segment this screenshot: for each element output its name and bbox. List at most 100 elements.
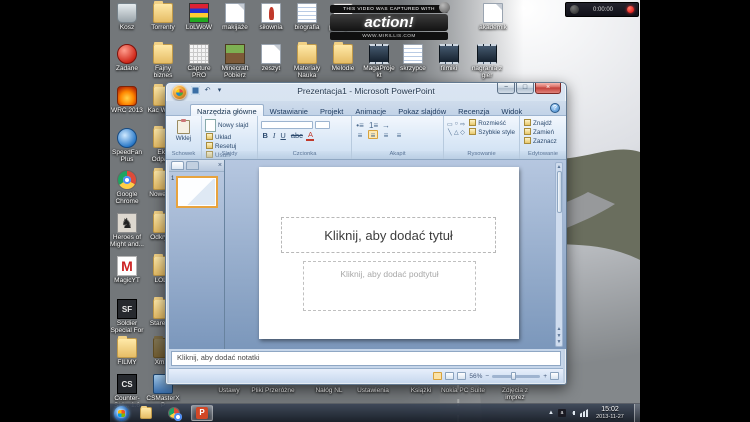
minimize-button[interactable]: −	[497, 83, 515, 94]
new-slide-button[interactable]: Nowy slajd	[205, 119, 254, 132]
underline-icon[interactable]: U	[279, 131, 287, 141]
fit-to-window-icon[interactable]	[550, 372, 559, 380]
desktop-icon-swirl[interactable]: SpeedFan Plus	[110, 128, 144, 164]
zoom-slider-knob[interactable]	[511, 372, 516, 380]
scrollbar-thumb[interactable]	[557, 171, 562, 213]
slides-resetuj-button[interactable]: Resetuj	[205, 142, 254, 151]
bullets-icon[interactable]: •≡	[355, 120, 365, 129]
subtitle-placeholder[interactable]: Kliknij, aby dodać podtytuł	[303, 261, 476, 311]
desktop-icon-key[interactable]: Capture PRO	[182, 44, 216, 80]
start-button[interactable]	[114, 406, 129, 421]
desktop-icon-folder[interactable]: Materiały Nauka	[290, 44, 324, 80]
folder-icon	[297, 44, 317, 64]
indent-icon[interactable]: →	[381, 120, 391, 129]
triangle-shape-icon[interactable]: △	[454, 129, 459, 136]
rectangle-shape-icon[interactable]: ▭	[447, 121, 453, 128]
close-pane-icon[interactable]: ×	[218, 161, 222, 170]
zoom-slider[interactable]	[492, 375, 540, 378]
desktop-icon-film[interactable]: MagaProjekt	[362, 44, 396, 80]
previous-slide-icon[interactable]: ▲	[556, 326, 562, 332]
justify-icon[interactable]: ≡	[394, 130, 404, 139]
zoom-out-icon[interactable]: −	[485, 373, 489, 380]
action-tray-icon[interactable]: a	[558, 409, 566, 417]
desktop-icon-label: Pliki Przeróżne	[250, 387, 296, 394]
diamond-shape-icon[interactable]: ◇	[460, 129, 465, 136]
show-desktop-button[interactable]	[634, 404, 640, 422]
desktop-icon-folder[interactable]: Torrenty	[146, 3, 180, 31]
italic-icon[interactable]: I	[271, 131, 277, 141]
align-center-icon[interactable]: ≡	[368, 130, 378, 139]
desktop-icon-folder[interactable]: Melodie	[326, 44, 360, 72]
desktop-icon-film[interactable]: nagrania z gier	[470, 44, 504, 80]
paste-icon[interactable]	[177, 120, 190, 134]
slideshow-view-icon[interactable]	[457, 372, 466, 380]
group-label: Akapit	[352, 151, 443, 159]
desktop-icon-ball[interactable]: Zadane	[110, 44, 144, 72]
line-shape-icon[interactable]: ╲	[447, 129, 453, 136]
record-icon[interactable]	[627, 6, 634, 13]
action-recording-hud[interactable]: 0:00:00	[565, 2, 639, 17]
desktop-icon-doc[interactable]: makijaże	[218, 3, 252, 31]
desktop-icon-knight[interactable]: ♞Heroes of Might and...	[110, 213, 144, 249]
notes-placeholder[interactable]: Kliknij, aby dodać notatki	[171, 351, 561, 366]
taskbar-clock[interactable]: 15:02 2013-11-27	[591, 406, 629, 421]
normal-view-icon[interactable]	[433, 372, 442, 380]
align-right-icon[interactable]: ≡	[381, 130, 391, 139]
help-icon[interactable]: ?	[550, 103, 560, 113]
editing-zamień-button[interactable]: Zamień	[523, 128, 563, 137]
arrow-shape-icon[interactable]: ⇨	[460, 121, 465, 128]
desktop-icon-label: Ustawy	[206, 387, 252, 394]
strikethrough-icon[interactable]: abc	[289, 131, 304, 141]
vertical-scrollbar[interactable]: ▲ ▲ ▼ ▼	[555, 162, 563, 347]
drawing-rozmieść-button[interactable]: Rozmieść	[468, 119, 516, 128]
desktop-icon-folder[interactable]: FILMY	[110, 338, 144, 366]
taskbar-chrome-button[interactable]	[163, 405, 185, 421]
desktop-icon-mc[interactable]: Minecraft Pobierz	[218, 44, 252, 80]
slides-układ-button[interactable]: Układ	[205, 133, 254, 142]
desktop-icon-label: Książki	[398, 387, 444, 394]
close-button[interactable]: ×	[535, 83, 561, 94]
scroll-down-icon[interactable]: ▼	[556, 339, 562, 345]
desktop-icon-chrome[interactable]: Google Chrome	[110, 170, 144, 206]
zoom-in-icon[interactable]: +	[543, 373, 547, 380]
tab-outline[interactable]	[186, 161, 199, 170]
slide-1-thumbnail[interactable]	[176, 176, 218, 208]
desktop-icon-film[interactable]: filmiki	[432, 44, 466, 72]
taskbar-explorer-button[interactable]	[135, 405, 157, 421]
slide-canvas[interactable]: Kliknij, aby dodać tytuł Kliknij, aby do…	[259, 167, 519, 339]
desktop-icon-docw[interactable]: skrzypce	[396, 44, 430, 72]
circle-shape-icon[interactable]: ○	[454, 121, 459, 128]
desktop-icon-flame[interactable]: WRC 2013	[110, 86, 144, 114]
title-placeholder[interactable]: Kliknij, aby dodać tytuł	[281, 217, 496, 253]
slides-group: Nowy slajd UkładResetujUsuń Slajdy	[202, 116, 258, 159]
desktop-icon-flag[interactable]: LoLWoW	[182, 3, 216, 31]
font-color-icon[interactable]: A	[306, 131, 314, 141]
maximize-button[interactable]: □	[516, 83, 534, 94]
font-name-combobox[interactable]	[261, 121, 313, 129]
editing-znajdź-button[interactable]: Znajdź	[523, 119, 563, 128]
desktop-icon-folder[interactable]: Fajny biznes	[146, 44, 180, 80]
desktop-icon-docw[interactable]: biografia	[290, 3, 324, 31]
paste-button[interactable]: Wklej	[169, 135, 198, 142]
numbering-icon[interactable]: 1≡	[368, 120, 378, 129]
tab-slides[interactable]	[171, 161, 184, 170]
align-left-icon[interactable]: ≡	[355, 130, 365, 139]
desktop-icon-doc[interactable]: zeszyt	[254, 44, 288, 72]
slide-sorter-view-icon[interactable]	[445, 372, 454, 380]
desktop-icon-trash[interactable]: Kosz	[110, 3, 144, 31]
scroll-up-icon[interactable]: ▲	[556, 164, 562, 170]
shapes-gallery[interactable]: ▭ ○ ⇨ ╲ △ ◇	[447, 119, 465, 150]
taskbar-powerpoint-button[interactable]: P	[191, 405, 213, 421]
editing-zaznacz-button[interactable]: Zaznacz	[523, 137, 563, 146]
drawing-szybkie-style-button[interactable]: Szybkie style	[468, 128, 516, 137]
bold-icon[interactable]: B	[261, 131, 269, 141]
network-icon[interactable]	[580, 409, 588, 417]
desktop-icon-sf[interactable]: SFSoldier Special For	[110, 299, 144, 335]
desktop-icon-fig[interactable]: siłownia	[254, 3, 288, 31]
desktop-icon-doc[interactable]: akademik	[476, 3, 510, 31]
title-bar[interactable]: ↶ ▾ Prezentacja1 - Microsoft PowerPoint …	[166, 83, 566, 101]
font-size-combobox[interactable]	[315, 121, 330, 129]
volume-icon[interactable]	[569, 409, 577, 417]
show-hidden-icons-chevron[interactable]: ▲	[547, 409, 555, 417]
desktop-icon-m[interactable]: MMagicYT	[110, 256, 144, 284]
